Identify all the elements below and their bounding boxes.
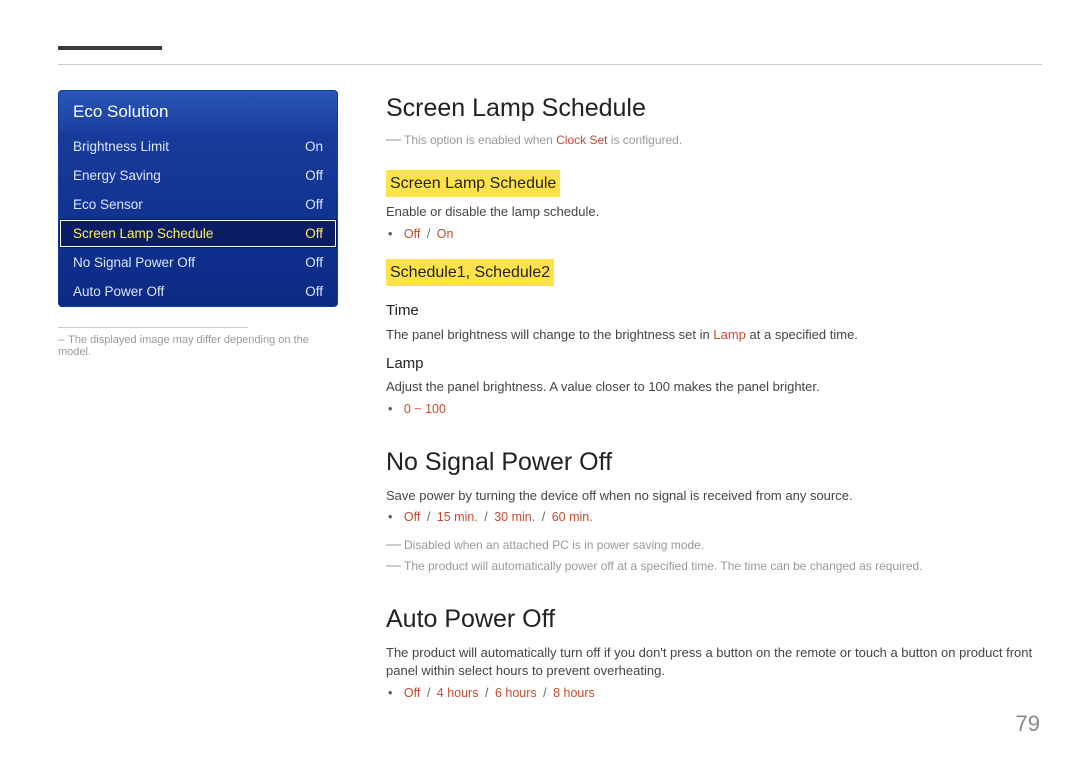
note-nspo-1: ―Disabled when an attached PC is in powe…	[386, 537, 1042, 554]
heading-auto-power-off: Auto Power Off	[386, 601, 1042, 637]
desc-apo: The product will automatically turn off …	[386, 644, 1042, 682]
osd-row-eco-sensor[interactable]: Eco Sensor Off	[59, 190, 337, 219]
option-on: On	[437, 227, 454, 241]
options-sls: Off / On	[402, 225, 1042, 243]
note-clock-set: ―This option is enabled when Clock Set i…	[386, 132, 1042, 149]
option-separator: /	[485, 686, 488, 700]
osd-row-label: Screen Lamp Schedule	[73, 226, 213, 241]
option-separator: /	[542, 510, 545, 524]
option-separator: /	[543, 686, 546, 700]
content: Screen Lamp Schedule ―This option is ena…	[386, 90, 1042, 712]
osd-row-energy-saving[interactable]: Energy Saving Off	[59, 161, 337, 190]
note-text-post: is configured.	[607, 133, 682, 147]
osd-footnote: –The displayed image may differ dependin…	[58, 321, 338, 358]
osd-footnote-text: The displayed image may differ depending…	[58, 334, 309, 358]
osd-row-label: No Signal Power Off	[73, 255, 195, 270]
option-lamp-range: 0 ~ 100	[404, 402, 446, 416]
options-nspo: Off / 15 min. / 30 min. / 60 min.	[402, 508, 1042, 526]
note-nspo-2: ―The product will automatically power of…	[386, 558, 1042, 575]
osd-row-auto-power-off[interactable]: Auto Power Off Off	[59, 277, 337, 306]
osd-row-screen-lamp-schedule[interactable]: Screen Lamp Schedule Off	[59, 219, 337, 248]
page-number: 79	[1016, 711, 1040, 737]
desc-sls: Enable or disable the lamp schedule.	[386, 203, 1042, 222]
desc-nspo: Save power by turning the device off whe…	[386, 487, 1042, 506]
header-rule	[58, 64, 1042, 65]
dash-icon: ―	[386, 536, 401, 553]
options-apo: Off / 4 hours / 6 hours / 8 hours	[402, 684, 1042, 702]
osd-row-value: Off	[305, 284, 323, 299]
header-accent-bar	[58, 46, 162, 50]
sidebar: Eco Solution Brightness Limit On Energy …	[58, 90, 338, 712]
option-separator: /	[427, 227, 430, 241]
option-separator: /	[427, 510, 430, 524]
option-nspo-off: Off	[404, 510, 420, 524]
desc-time-post: at a specified time.	[746, 327, 858, 342]
osd-row-label: Brightness Limit	[73, 139, 169, 154]
note-nspo-2-text: The product will automatically power off…	[404, 559, 923, 573]
osd-panel: Eco Solution Brightness Limit On Energy …	[58, 90, 338, 307]
option-apo-8h: 8 hours	[553, 686, 595, 700]
osd-row-no-signal-power-off[interactable]: No Signal Power Off Off	[59, 248, 337, 277]
option-apo-6h: 6 hours	[495, 686, 537, 700]
osd-title: Eco Solution	[59, 91, 337, 132]
dash-icon: ―	[386, 131, 401, 148]
osd-row-label: Eco Sensor	[73, 197, 143, 212]
osd-row-label: Energy Saving	[73, 168, 161, 183]
subheading-screen-lamp-schedule: Screen Lamp Schedule	[386, 170, 560, 197]
note-clock-set-term: Clock Set	[556, 133, 607, 147]
heading-time: Time	[386, 300, 1042, 322]
main-layout: Eco Solution Brightness Limit On Energy …	[58, 90, 1042, 712]
heading-screen-lamp-schedule: Screen Lamp Schedule	[386, 90, 1042, 126]
desc-time-pre: The panel brightness will change to the …	[386, 327, 713, 342]
desc-time: The panel brightness will change to the …	[386, 326, 1042, 345]
option-nspo-30: 30 min.	[494, 510, 535, 524]
subheading-schedule1-schedule2: Schedule1, Schedule2	[386, 259, 554, 286]
osd-row-value: Off	[305, 255, 323, 270]
option-apo-4h: 4 hours	[437, 686, 479, 700]
osd-row-value: Off	[305, 168, 323, 183]
note-text-pre: This option is enabled when	[404, 133, 556, 147]
option-off: Off	[404, 227, 420, 241]
option-separator: /	[427, 686, 430, 700]
option-nspo-15: 15 min.	[437, 510, 478, 524]
desc-time-lamp-term: Lamp	[713, 327, 746, 342]
osd-row-value: Off	[305, 226, 323, 241]
option-nspo-60: 60 min.	[552, 510, 593, 524]
note-nspo-1-text: Disabled when an attached PC is in power…	[404, 538, 704, 552]
option-separator: /	[484, 510, 487, 524]
heading-lamp: Lamp	[386, 353, 1042, 375]
dash-icon: –	[58, 334, 64, 346]
osd-row-value: Off	[305, 197, 323, 212]
options-lamp: 0 ~ 100	[402, 400, 1042, 418]
option-apo-off: Off	[404, 686, 420, 700]
heading-no-signal-power-off: No Signal Power Off	[386, 444, 1042, 480]
dash-icon: ―	[386, 557, 401, 574]
osd-row-value: On	[305, 139, 323, 154]
desc-lamp: Adjust the panel brightness. A value clo…	[386, 378, 1042, 397]
osd-row-brightness-limit[interactable]: Brightness Limit On	[59, 132, 337, 161]
osd-row-label: Auto Power Off	[73, 284, 164, 299]
